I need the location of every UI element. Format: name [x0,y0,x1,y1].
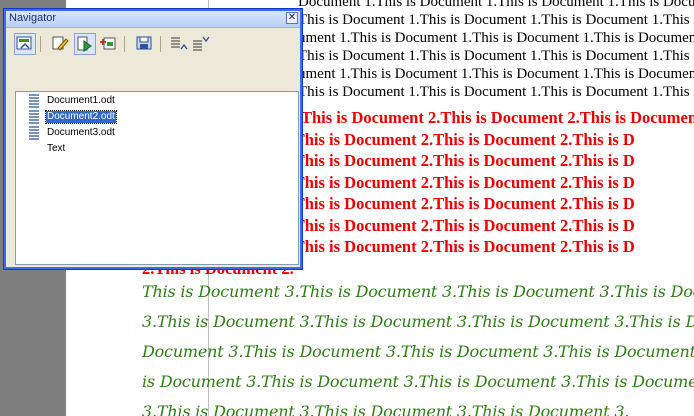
document-icon [29,94,39,108]
document1-line[interactable]: This is Document 1.This is Document 1.Th… [298,84,694,101]
move-down-icon [193,36,210,51]
save-contents-icon [136,36,152,50]
document3-line[interactable]: This is Document 3.This is Document 3.Th… [142,282,694,301]
insert-button[interactable] [98,33,120,55]
document2-line[interactable]: This is Document 2.This is Document 2.Th… [301,108,694,128]
toolbar-separator [40,36,41,52]
insert-icon [100,37,116,50]
document3-line[interactable]: 3.This is Document 3.This is Document 3.… [142,312,694,331]
document1-line[interactable]: This is Document 1.This is Document 1.Th… [298,48,694,65]
document1-line[interactable]: ument 1.This is Document 1.This is Docum… [298,30,694,47]
tree-item-label: Text [47,143,66,154]
edit-icon [52,36,69,51]
navigator-window[interactable]: Navigator ✕ Document1.odt Document2.odt … [3,8,303,270]
navigator-title: Navigator [9,12,57,24]
tree-item-label: Document1.odt [47,95,115,106]
toolbar-separator [160,36,161,52]
document-icon [29,110,39,124]
document3-line[interactable]: Document 3.This is Document 3.This is Do… [142,342,694,361]
document1-line[interactable]: This is Document 1.This is Document 1.Th… [298,12,694,29]
document-icon [29,126,39,140]
tree-item-document1[interactable]: Document1.odt [16,94,286,109]
move-up-icon [171,37,188,50]
move-up-button[interactable] [168,33,190,55]
tree-item-document3[interactable]: Document3.odt [16,126,286,141]
update-icon [77,36,92,52]
toggle-master-view-icon [16,36,32,50]
navigator-titlebar[interactable]: Navigator ✕ [6,11,300,28]
toolbar-separator [124,36,125,52]
document3-line[interactable]: 3.This is Document 3.This is Document 3.… [142,402,629,416]
update-button[interactable] [74,33,96,55]
save-contents-button[interactable] [134,33,156,55]
navigator-tree[interactable]: Document1.odt Document2.odt Document3.od… [15,91,299,265]
document1-line[interactable]: Document 1.This is Document 1.This is Do… [298,0,694,11]
tree-item-text[interactable]: Text [16,142,286,157]
document3-line[interactable]: is Document 3.This is Document 3.This is… [142,372,694,391]
tree-item-label: Document3.odt [47,127,115,138]
edit-button[interactable] [50,33,72,55]
close-icon[interactable]: ✕ [286,12,298,24]
navigator-toolbar [10,31,296,71]
move-down-button[interactable] [190,33,212,55]
document1-line[interactable]: ument 1.This is Document 1.This is Docum… [298,66,694,83]
toggle-master-view-button[interactable] [14,33,36,55]
tree-item-document2[interactable]: Document2.odt [16,110,286,125]
tree-item-label: Document2.odt [45,110,117,124]
